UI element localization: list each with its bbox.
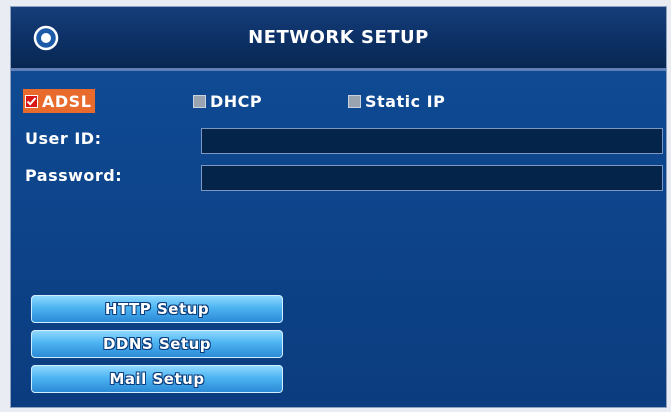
dhcp-label: DHCP xyxy=(210,91,263,111)
http-setup-button[interactable]: HTTP Setup xyxy=(31,295,283,323)
adsl-label: ADSL xyxy=(42,91,92,111)
mail-setup-button[interactable]: Mail Setup xyxy=(31,365,283,393)
title-bar: NETWORK SETUP xyxy=(11,7,666,71)
static-ip-label: Static IP xyxy=(365,91,446,111)
network-setup-window: NETWORK SETUP ADSL DHCP Static IP User I… xyxy=(10,6,667,408)
checkbox-icon[interactable] xyxy=(348,94,361,108)
checkbox-icon[interactable] xyxy=(193,94,206,108)
user-id-label: User ID: xyxy=(25,129,102,148)
adsl-option[interactable]: ADSL xyxy=(23,89,96,113)
ddns-setup-button[interactable]: DDNS Setup xyxy=(31,330,283,358)
dhcp-option[interactable]: DHCP xyxy=(193,89,262,113)
window-title: NETWORK SETUP xyxy=(248,27,429,48)
checkbox-checked-icon[interactable] xyxy=(25,94,38,108)
settings-panel: ADSL DHCP Static IP User ID: Password: H… xyxy=(11,71,666,407)
static-ip-option[interactable]: Static IP xyxy=(348,89,445,113)
password-label: Password: xyxy=(25,166,123,185)
password-input[interactable] xyxy=(201,165,663,191)
user-id-input[interactable] xyxy=(201,128,663,154)
